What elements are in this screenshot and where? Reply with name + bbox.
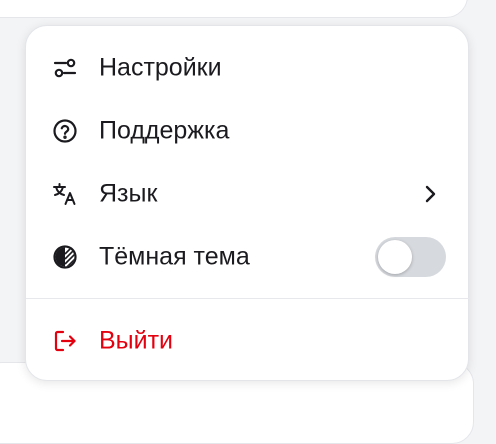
menu-divider xyxy=(26,298,470,299)
menu-item-settings[interactable]: Настройки xyxy=(26,40,470,96)
menu-item-support[interactable]: Поддержка xyxy=(26,103,470,159)
menu-item-language[interactable]: Язык xyxy=(26,166,470,222)
menu-item-language-label: Язык xyxy=(99,179,158,208)
settings-sliders-icon xyxy=(52,55,78,81)
toggle-knob xyxy=(378,240,412,274)
menu-item-logout-label: Выйти xyxy=(99,326,174,355)
chevron-right-icon xyxy=(422,184,438,204)
logout-icon xyxy=(52,328,78,354)
user-dropdown-menu: Настройки Поддержка Язык Тёмная тема Вый… xyxy=(25,25,470,381)
background-card-top xyxy=(0,0,468,18)
menu-item-settings-label: Настройки xyxy=(99,53,222,82)
theme-contrast-icon xyxy=(52,244,78,270)
translate-icon xyxy=(52,181,78,207)
menu-item-support-label: Поддержка xyxy=(99,116,230,145)
help-circle-icon xyxy=(52,118,78,144)
menu-item-logout[interactable]: Выйти xyxy=(26,313,470,369)
menu-item-dark-theme: Тёмная тема xyxy=(26,229,470,285)
dark-theme-toggle[interactable] xyxy=(375,237,446,277)
menu-item-dark-theme-label: Тёмная тема xyxy=(99,242,250,271)
